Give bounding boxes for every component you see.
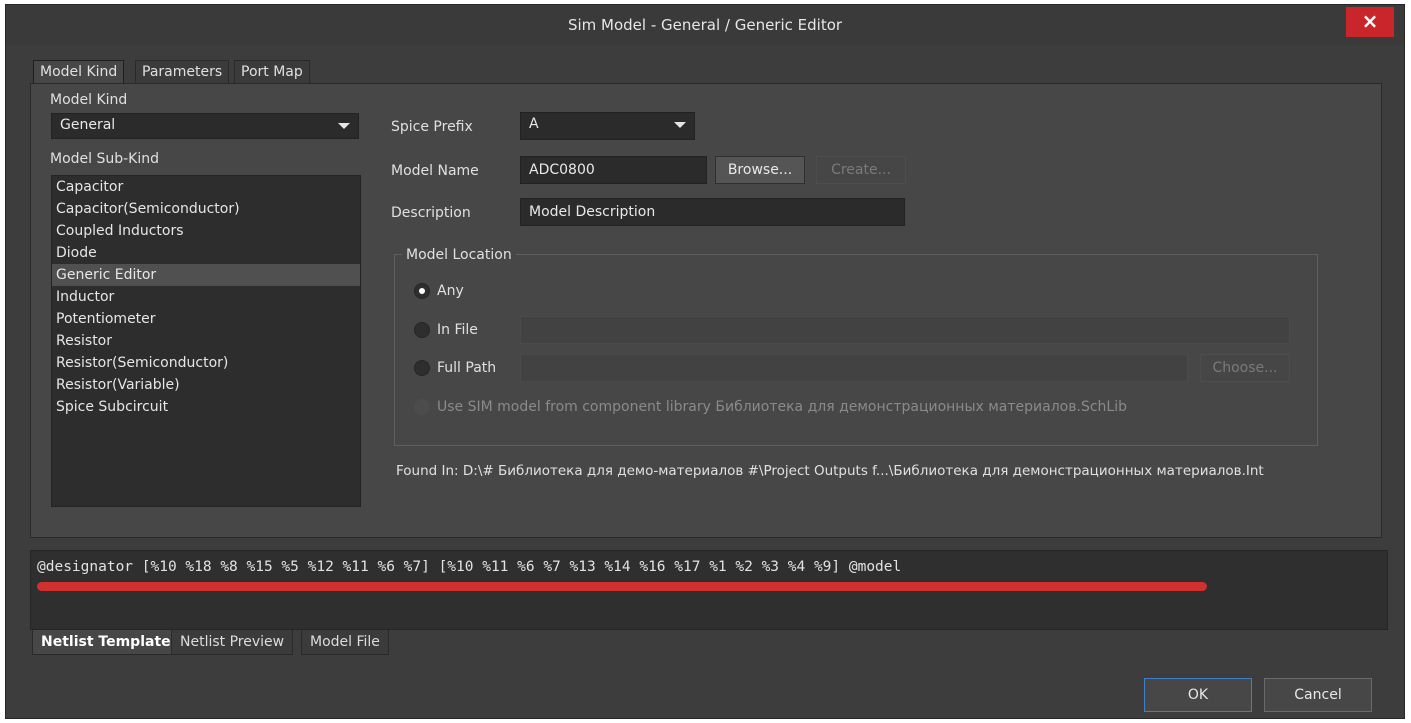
list-item-selected[interactable]: Generic Editor (52, 264, 360, 286)
tab-parameters[interactable]: Parameters (135, 60, 230, 84)
use-sim-model-label: Use SIM model from component library Биб… (437, 399, 1127, 415)
found-in-text: Found In: D:\# Библиотека для демо-матер… (396, 463, 1264, 479)
full-path-field[interactable] (520, 354, 1188, 382)
browse-button[interactable]: Browse... (715, 156, 805, 184)
list-item[interactable]: Resistor (52, 330, 360, 352)
model-name-label: Model Name (391, 163, 479, 179)
dialog-title: Sim Model - General / Generic Editor (567, 16, 843, 34)
model-location-group (394, 254, 1318, 446)
list-item[interactable]: Resistor(Semiconductor) (52, 352, 360, 374)
model-kind-label: Model Kind (50, 92, 128, 108)
ok-button[interactable]: OK (1144, 678, 1252, 712)
checkbox-use-sim-model[interactable] (414, 399, 430, 415)
cancel-button[interactable]: Cancel (1264, 678, 1372, 712)
spice-prefix-label: Spice Prefix (391, 119, 473, 135)
radio-in-file[interactable] (414, 322, 430, 338)
radio-in-file-label: In File (437, 322, 478, 338)
list-item[interactable]: Diode (52, 242, 360, 264)
tab-model-file[interactable]: Model File (301, 630, 389, 655)
choose-button[interactable]: Choose... (1200, 354, 1290, 382)
tab-netlist-template[interactable]: Netlist Template (32, 630, 180, 655)
tab-model-kind[interactable]: Model Kind (33, 60, 125, 84)
chevron-down-icon (338, 123, 350, 129)
chevron-down-icon (674, 122, 686, 128)
spice-prefix-value: A (529, 116, 539, 132)
tab-netlist-preview[interactable]: Netlist Preview (171, 630, 294, 655)
radio-full-path-label: Full Path (437, 360, 497, 376)
tab-port-map[interactable]: Port Map (234, 60, 310, 84)
list-item[interactable]: Inductor (52, 286, 360, 308)
description-field[interactable]: Model Description (520, 198, 905, 226)
close-button[interactable]: × (1346, 7, 1394, 37)
create-button[interactable]: Create... (816, 156, 906, 184)
model-sub-kind-list[interactable]: Capacitor Capacitor(Semiconductor) Coupl… (51, 175, 361, 507)
list-item[interactable]: Capacitor (52, 176, 360, 198)
model-kind-value: General (60, 117, 116, 133)
annotation-underline (37, 582, 1207, 591)
close-icon: × (1361, 9, 1379, 33)
list-item[interactable]: Resistor(Variable) (52, 374, 360, 396)
netlist-template-text[interactable]: @designator [%10 %18 %8 %15 %5 %12 %11 %… (37, 559, 901, 575)
model-sub-kind-label: Model Sub-Kind (50, 151, 160, 167)
list-item[interactable]: Spice Subcircuit (52, 396, 360, 418)
sim-model-dialog: Sim Model - General / Generic Editor × M… (5, 4, 1405, 719)
netlist-template-editor[interactable]: @designator [%10 %18 %8 %15 %5 %12 %11 %… (30, 550, 1388, 630)
spice-prefix-dropdown[interactable]: A (520, 112, 695, 140)
list-item[interactable]: Capacitor(Semiconductor) (52, 198, 360, 220)
description-label: Description (391, 205, 471, 221)
list-item[interactable]: Coupled Inductors (52, 220, 360, 242)
model-kind-dropdown[interactable]: General (51, 113, 359, 139)
in-file-field[interactable] (520, 316, 1290, 344)
model-name-field[interactable]: ADC0800 (520, 156, 707, 184)
model-location-title: Model Location (402, 247, 516, 263)
list-item[interactable]: Potentiometer (52, 308, 360, 330)
title-bar: Sim Model - General / Generic Editor × (6, 5, 1404, 45)
radio-any[interactable] (414, 283, 430, 299)
radio-any-label: Any (437, 283, 464, 299)
radio-full-path[interactable] (414, 360, 430, 376)
